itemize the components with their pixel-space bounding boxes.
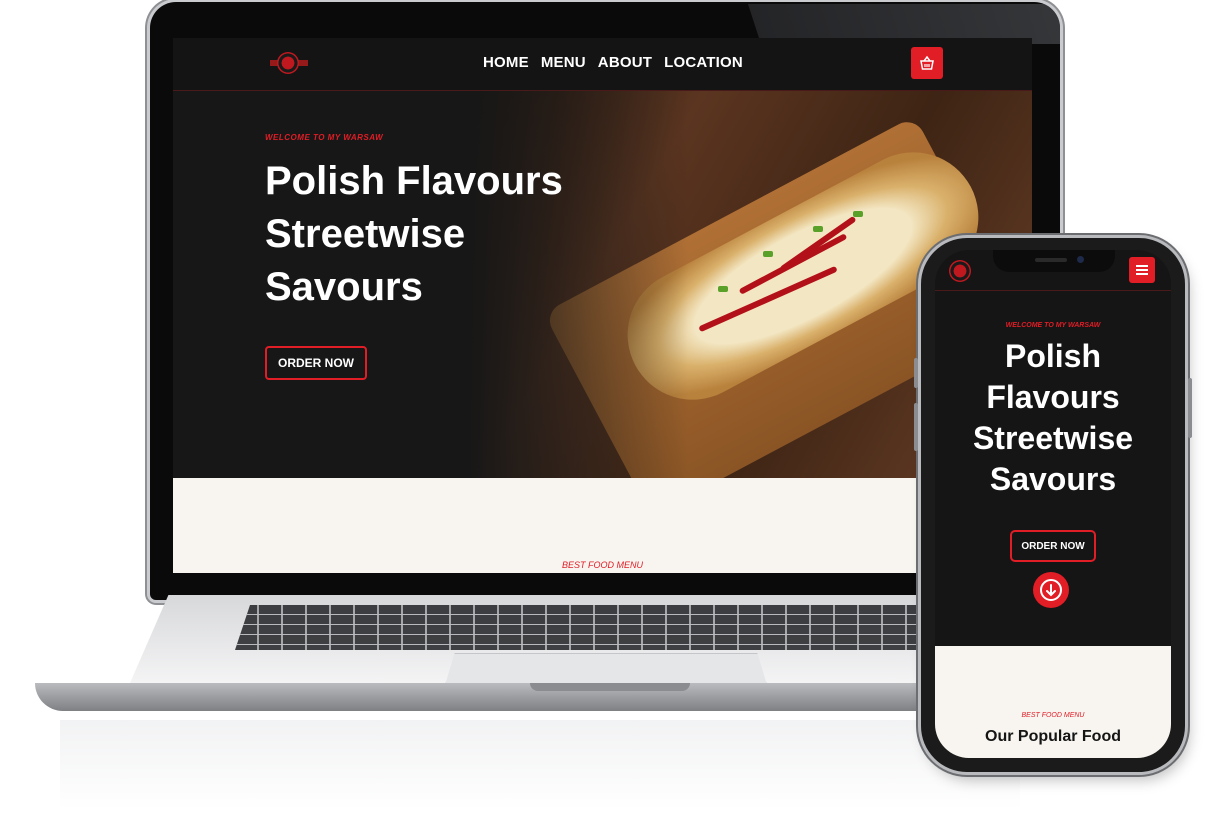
laptop-reflection <box>60 720 1020 810</box>
hamburger-icon[interactable] <box>1129 257 1155 283</box>
scroll-down-button[interactable] <box>1033 572 1069 608</box>
desktop-nav-links: HOME MENU ABOUT LOCATION <box>483 54 743 71</box>
menu-section: BEST FOOD MENU <box>173 478 1032 573</box>
hero-welcome: WELCOME TO MY WARSAW <box>1005 322 1101 329</box>
nav-link-menu[interactable]: MENU <box>541 54 586 71</box>
basket-icon <box>920 55 934 70</box>
phone-mockup: WELCOME TO MY WARSAW Polish Flavours Str… <box>914 238 1192 772</box>
nav-link-location[interactable]: LOCATION <box>664 54 743 71</box>
desktop-navbar: HOME MENU ABOUT LOCATION <box>173 38 1032 91</box>
phone-screen: WELCOME TO MY WARSAW Polish Flavours Str… <box>935 250 1171 758</box>
logo[interactable] <box>949 260 971 282</box>
hero-welcome: WELCOME TO MY WARSAW <box>265 133 384 142</box>
logo[interactable] <box>265 50 313 78</box>
trackpad <box>445 653 767 685</box>
cart-button[interactable] <box>911 47 943 79</box>
arrow-down-circle-icon <box>1040 579 1062 601</box>
menu-heading: Our Popular Food <box>985 728 1121 745</box>
menu-section: BEST FOOD MENU Our Popular Food <box>935 646 1171 758</box>
order-now-button[interactable]: ORDER NOW <box>265 346 367 380</box>
menu-eyebrow: BEST FOOD MENU <box>1021 712 1085 719</box>
order-now-button[interactable]: ORDER NOW <box>1010 530 1096 562</box>
menu-eyebrow: BEST FOOD MENU <box>561 560 643 570</box>
nav-link-about[interactable]: ABOUT <box>598 54 652 71</box>
hero-title: Polish Flavours Streetwise Savours <box>265 159 563 309</box>
desktop-hero: WELCOME TO MY WARSAW Polish Flavours Str… <box>173 91 1032 478</box>
phone-notch <box>993 250 1115 272</box>
laptop-screen: HOME MENU ABOUT LOCATION WELCOME TO MY W… <box>173 38 1032 573</box>
nav-link-home[interactable]: HOME <box>483 54 529 71</box>
hero-title: Polish Flavours Streetwise Savours <box>972 338 1134 497</box>
